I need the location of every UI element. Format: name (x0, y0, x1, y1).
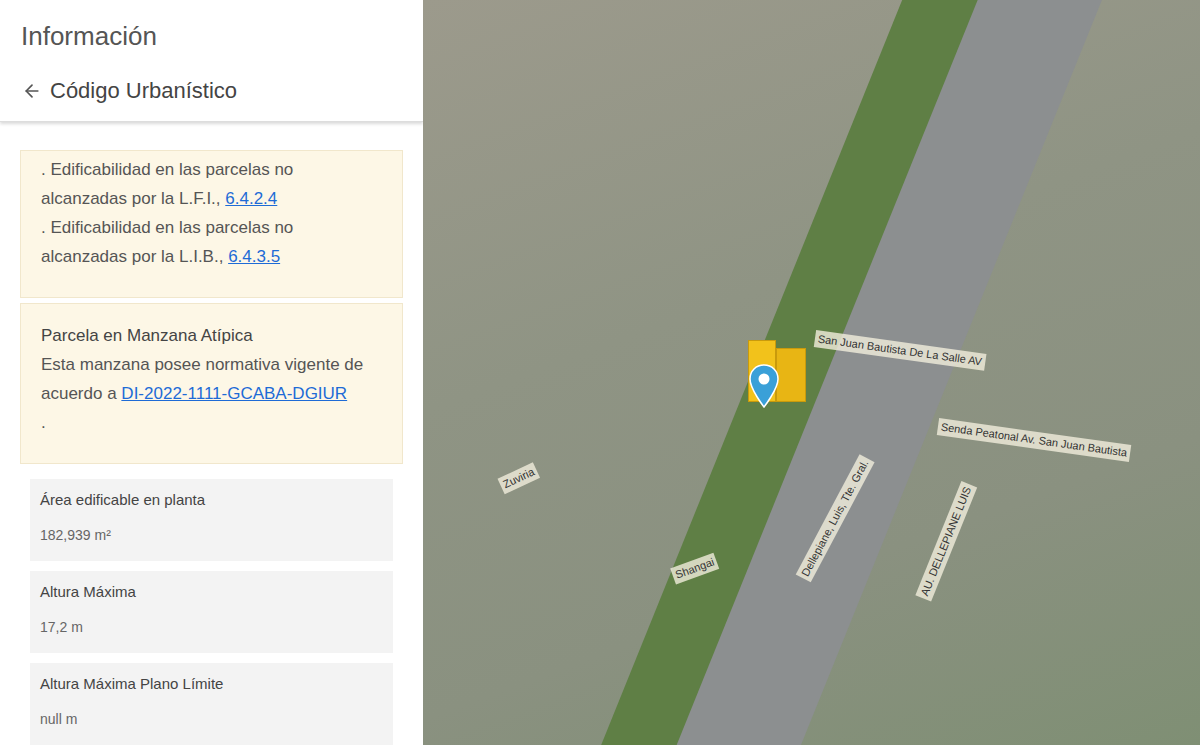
field-card: Área edificable en planta 182,939 m² (30, 479, 393, 561)
street-label: Zuviria (498, 462, 540, 493)
panel-subtitle: Código Urbanístico (50, 74, 237, 107)
location-pin-icon[interactable] (749, 364, 779, 408)
panel-header: Información Código Urbanístico (0, 0, 423, 122)
field-value: null m (40, 709, 383, 730)
panel-content: . Edificabilidad en las parcelas no alca… (0, 122, 423, 745)
app: Información Código Urbanístico . Edificabi… (0, 0, 1200, 745)
field-label: Altura Máxima (40, 581, 383, 604)
info-panel: Información Código Urbanístico . Edificabi… (0, 0, 423, 745)
atypical-box: Parcela en Manzana AtípicaEsta manzana p… (20, 303, 403, 464)
back-arrow-icon[interactable] (22, 81, 42, 101)
note-link[interactable]: 6.4.3.5 (228, 247, 280, 266)
panel-title: Información (0, 0, 423, 64)
field-value: 17,2 m (40, 617, 383, 638)
atypical-text: Esta manzana posee normativa vigente de … (41, 350, 382, 437)
field-label: Altura Máxima Plano Límite (40, 673, 383, 696)
street-label: Senda Peatonal Av. San Juan Bautista (937, 418, 1131, 461)
notes-box: . Edificabilidad en las parcelas no alca… (20, 150, 403, 298)
note-item: . Edificabilidad en las parcelas no alca… (41, 213, 382, 271)
field-card: Altura Máxima Plano Límite null m (30, 663, 393, 745)
back-row[interactable]: Código Urbanístico (0, 64, 423, 121)
field-label: Área edificable en planta (40, 489, 383, 512)
street-label: AU. DELLEPIANE LUIS (915, 481, 976, 601)
atypical-title: Parcela en Manzana Atípica (41, 322, 382, 350)
note-item: . Edificabilidad en las parcelas no alca… (41, 155, 382, 213)
map[interactable]: San Juan Bautista De La Salle AVSenda Pe… (423, 0, 1200, 745)
note-link[interactable]: 6.4.2.4 (225, 189, 277, 208)
field-card: Altura Máxima 17,2 m (30, 571, 393, 653)
field-value: 182,939 m² (40, 525, 383, 546)
atypical-link[interactable]: DI-2022-1111-GCABA-DGIUR (121, 384, 347, 403)
fields-list: Área edificable en planta 182,939 m² Altur… (20, 469, 403, 745)
